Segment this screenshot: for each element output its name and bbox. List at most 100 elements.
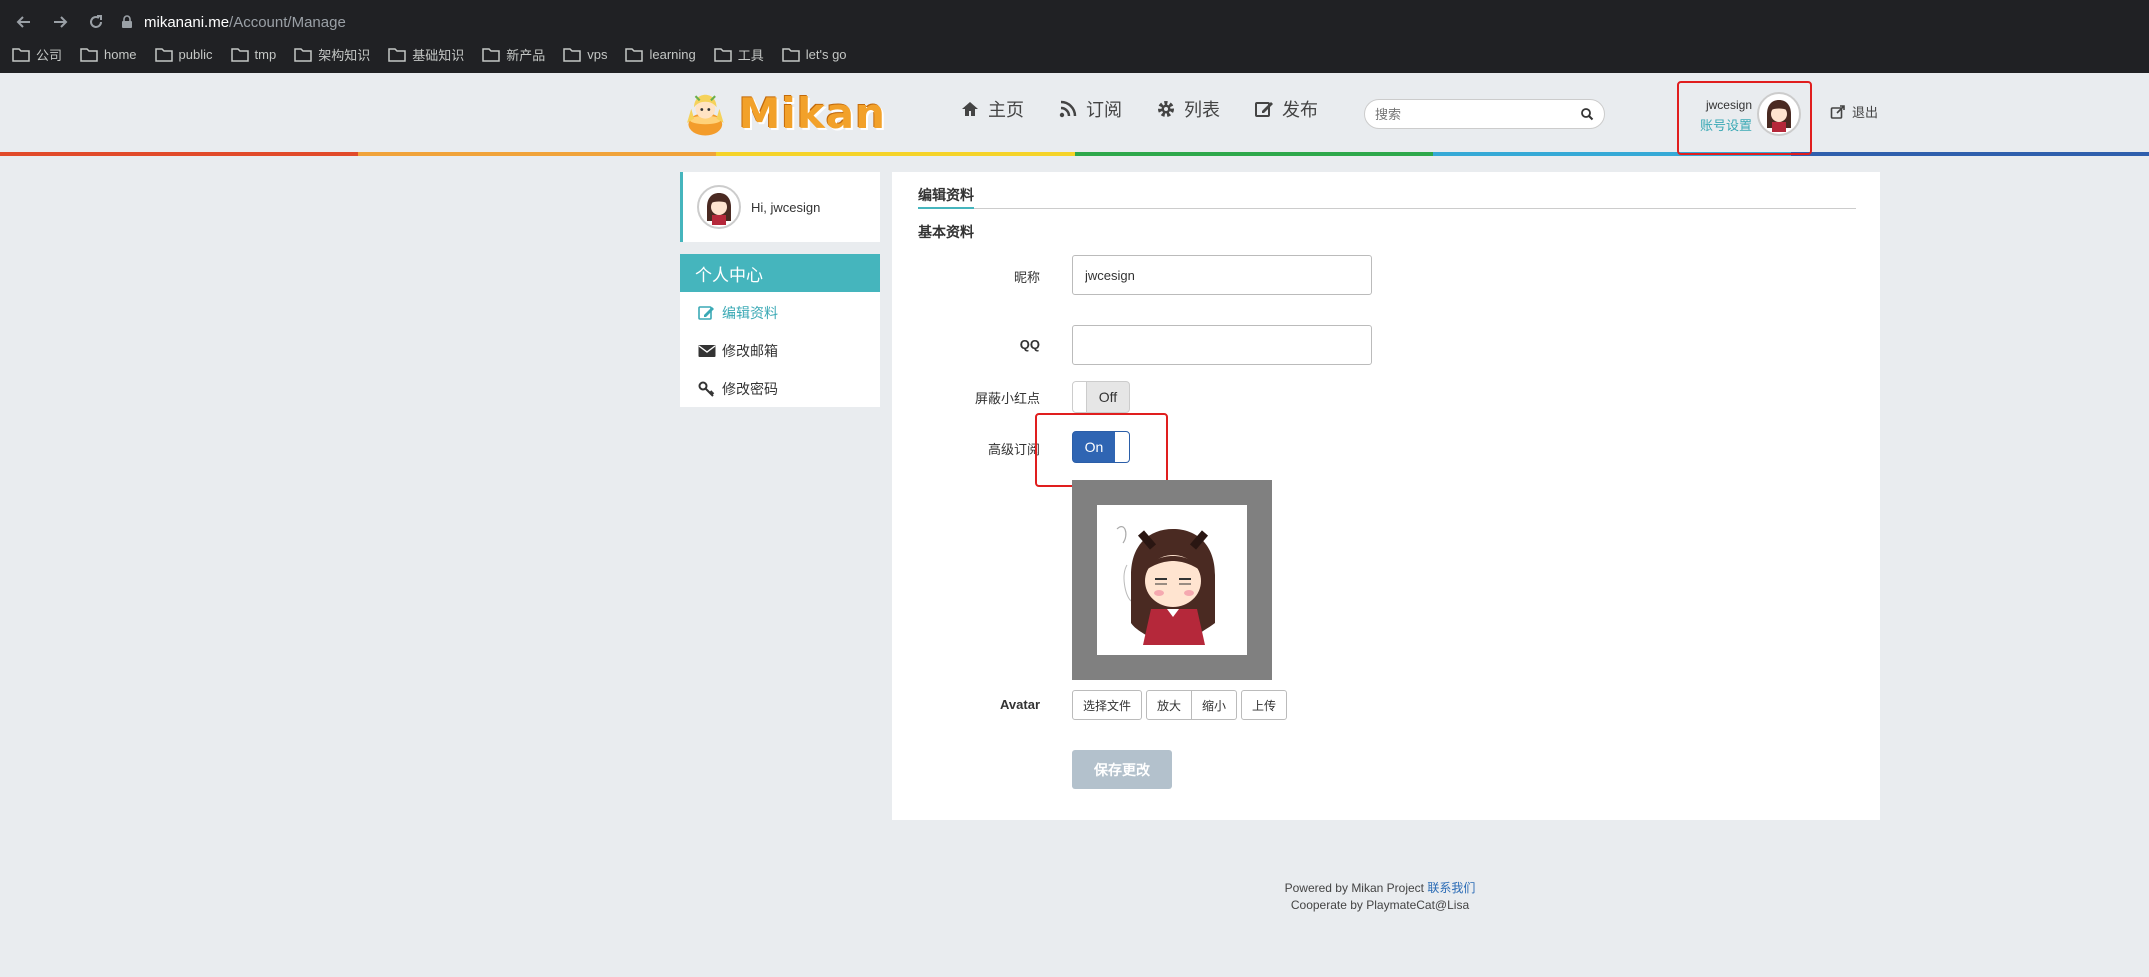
bookmark-label: 基础知识 [412, 47, 465, 63]
url-bar[interactable]: mikanani.me/Account/Manage [120, 9, 2140, 35]
save-button[interactable]: 保存更改 [1072, 750, 1172, 789]
edit-icon [1255, 102, 1273, 117]
nav-list-label: 列表 [1184, 100, 1220, 120]
bookmark-label: home [104, 46, 137, 62]
back-button[interactable] [8, 6, 40, 38]
rainbow-segment [358, 152, 717, 156]
bookmark-item[interactable]: vps [563, 47, 607, 62]
hide-dot-toggle[interactable]: Off [1072, 381, 1130, 413]
toggle-highlight-box [1035, 413, 1168, 487]
search-input[interactable] [1375, 106, 1580, 122]
folder-icon [782, 47, 800, 62]
bookmark-item[interactable]: 基础知识 [388, 45, 464, 64]
nav-publish[interactable]: 发布 [1254, 96, 1318, 122]
footer: Powered by Mikan Project 联系我们 Cooperate … [1080, 880, 1680, 914]
zoom-in-button[interactable]: 放大 [1146, 690, 1193, 720]
footer-line-1: Powered by Mikan Project 联系我们 [1080, 880, 1680, 897]
qq-field[interactable] [1072, 325, 1372, 365]
logout-label: 退出 [1852, 105, 1879, 120]
nickname-field[interactable] [1072, 255, 1372, 295]
bookmark-item[interactable]: 架构知识 [294, 45, 370, 64]
nav-list[interactable]: 列表 [1156, 96, 1220, 122]
zoom-out-button[interactable]: 缩小 [1192, 690, 1238, 720]
folder-icon [713, 47, 732, 62]
user-name[interactable]: jwcesign [1700, 98, 1752, 112]
nav-home[interactable]: 主页 [960, 96, 1024, 122]
sidebar-item-label: 编辑资料 [722, 305, 778, 321]
nav-publish-label: 发布 [1282, 100, 1318, 120]
folder-icon [230, 47, 249, 62]
qq-label: QQ [1019, 337, 1040, 352]
upload-button[interactable]: 上传 [1241, 690, 1288, 720]
avatar-crop-frame[interactable] [1072, 480, 1272, 680]
profile-panel [892, 172, 1880, 820]
home-icon [962, 102, 978, 116]
mascot-logo-icon [687, 94, 724, 136]
account-settings-link[interactable]: 账号设置 [1700, 115, 1752, 134]
bookmark-label: tmp [254, 46, 277, 62]
logout-link[interactable]: 退出 [1830, 102, 1878, 121]
folder-icon [482, 47, 500, 62]
sidebar-menu: 编辑资料 修改邮箱 修改密码 [680, 292, 880, 407]
tab-edit-profile[interactable]: 编辑资料 [918, 185, 974, 205]
greeting-text: Hi, jwcesign [751, 199, 821, 215]
bookmark-item[interactable]: home [80, 47, 137, 62]
address-row: mikanani.me/Account/Manage [0, 5, 2149, 39]
arrow-right-icon [54, 16, 68, 28]
sidebar-item-label: 修改密码 [722, 381, 778, 397]
rainbow-segment [716, 152, 1075, 156]
folder-icon [12, 47, 30, 62]
folder-icon [294, 47, 312, 62]
toggle-knob [1073, 382, 1087, 412]
avatar-image [707, 193, 731, 225]
bookmarks-bar: 公司 home public tmp 架构知识 基础知识 新产品 vps learning 工具 l… [0, 40, 865, 68]
nav-subscribe[interactable]: 订阅 [1058, 96, 1122, 122]
forward-button[interactable] [44, 6, 76, 38]
bookmark-item[interactable]: public [154, 46, 213, 62]
reload-button[interactable] [80, 6, 112, 38]
choose-file-button[interactable]: 选择文件 [1072, 690, 1143, 720]
arrow-left-icon [16, 16, 30, 28]
sidebar-item-edit-profile[interactable]: 编辑资料 [680, 294, 880, 332]
url-path: /Account/Manage [229, 13, 346, 31]
nav-home-label: 主页 [988, 100, 1024, 120]
bookmark-label: learning [649, 46, 696, 62]
rainbow-segment [0, 152, 359, 156]
sidebar-item-change-email[interactable]: 修改邮箱 [680, 332, 880, 370]
bookmark-item[interactable]: let's go [782, 47, 847, 62]
lock-icon [122, 15, 132, 28]
bookmark-item[interactable]: tmp [230, 46, 277, 62]
key-icon [698, 381, 715, 397]
bookmark-label: 公司 [36, 47, 63, 63]
contact-link[interactable]: 联系我们 [1427, 881, 1475, 895]
folder-icon [80, 47, 98, 62]
bookmark-item[interactable]: 新产品 [482, 45, 545, 64]
main-nav: 主页 订阅 列表 发布 [960, 96, 1352, 122]
nickname-label: 昵称 [1013, 270, 1040, 285]
footer-line-2: Cooperate by PlaymateCat@Lisa [1290, 898, 1470, 912]
nav-subscribe-label: 订阅 [1086, 100, 1122, 120]
greeting-card: Hi, jwcesign [680, 172, 880, 242]
bookmark-label: let's go [805, 46, 847, 62]
rainbow-segment [1790, 152, 2149, 156]
site-logo[interactable]: Mikan [680, 76, 886, 150]
bookmark-label: 工具 [737, 47, 764, 63]
folder-icon [388, 47, 406, 62]
bookmark-item[interactable]: learning [625, 46, 696, 62]
gear-icon [1158, 101, 1174, 117]
folder-icon [154, 47, 173, 62]
envelope-icon [698, 345, 716, 357]
sidebar-item-change-password[interactable]: 修改密码 [680, 370, 880, 408]
avatar-controls: 选择文件 放大 缩小 上传 [1072, 690, 1291, 720]
bookmark-item[interactable]: 公司 [12, 45, 62, 64]
avatar-label: Avatar [1000, 697, 1040, 712]
bookmark-label: 架构知识 [318, 47, 371, 63]
user-avatar[interactable] [1757, 92, 1801, 136]
edit-icon [698, 306, 714, 320]
search-icon[interactable] [1580, 107, 1594, 121]
avatar-image [1767, 100, 1791, 132]
bookmark-label: vps [587, 46, 608, 62]
bookmark-item[interactable]: 工具 [713, 45, 764, 64]
bookmark-label: public [178, 46, 213, 62]
folder-icon [563, 47, 581, 62]
